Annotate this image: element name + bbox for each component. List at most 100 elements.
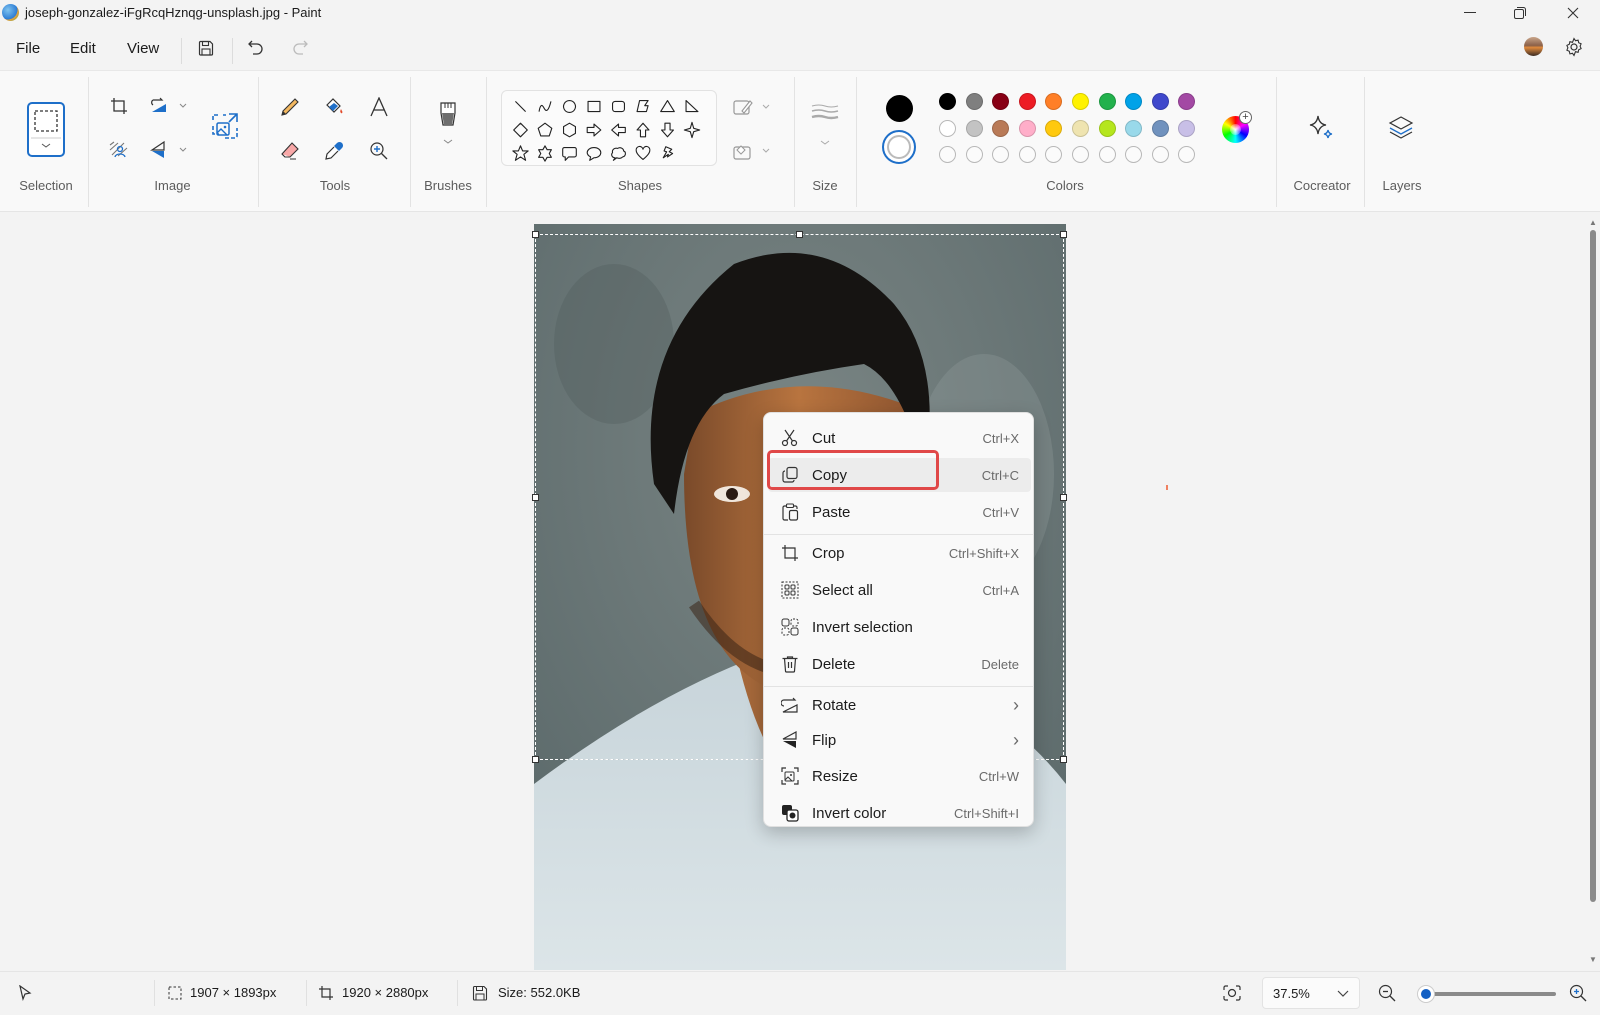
cocreator-button[interactable]	[1306, 113, 1336, 143]
menu-item-delete[interactable]: Delete Delete	[768, 647, 1031, 681]
undo-button[interactable]	[245, 37, 267, 59]
menu-item-invert-color[interactable]: Invert color Ctrl+Shift+I	[768, 796, 1031, 830]
menu-item-select-all[interactable]: Select all Ctrl+A	[768, 573, 1031, 607]
zoom-slider-thumb[interactable]	[1418, 986, 1435, 1002]
color-swatch[interactable]	[1018, 119, 1036, 137]
edit-colors-button[interactable]: +	[1222, 111, 1252, 143]
color-swatch[interactable]	[939, 93, 956, 110]
zoom-slider-track[interactable]	[1420, 992, 1556, 996]
resize-button[interactable]	[210, 111, 240, 141]
save-button[interactable]	[195, 37, 217, 59]
shape-triangle[interactable]	[660, 99, 675, 113]
settings-button[interactable]	[1562, 35, 1586, 59]
selection-handle-top-left[interactable]	[532, 231, 539, 238]
shape-line[interactable]	[515, 101, 526, 112]
menu-item-resize[interactable]: Resize Ctrl+W	[768, 759, 1031, 793]
custom-color-slot[interactable]	[1151, 146, 1169, 163]
custom-color-slot[interactable]	[965, 146, 983, 163]
selection-handle-right[interactable]	[1060, 494, 1067, 501]
zoom-out-button[interactable]	[1377, 983, 1397, 1003]
menu-item-flip[interactable]: Flip ›	[768, 723, 1031, 757]
color-swatch[interactable]	[1151, 93, 1169, 110]
custom-color-slot[interactable]	[1072, 146, 1089, 163]
color-picker-button[interactable]	[322, 139, 346, 163]
text-button[interactable]	[367, 95, 391, 119]
color-swatch[interactable]	[939, 119, 956, 137]
shape-right-arrow[interactable]	[586, 123, 602, 137]
scroll-up-icon[interactable]: ▲	[1589, 218, 1597, 227]
selection-handle-bottom-left[interactable]	[532, 756, 539, 763]
menu-file[interactable]: File	[10, 38, 46, 59]
selection-handle-top-right[interactable]	[1060, 231, 1067, 238]
menu-edit[interactable]: Edit	[64, 38, 102, 59]
magnifier-button[interactable]	[367, 139, 391, 163]
shape-oval-callout[interactable]	[586, 146, 602, 161]
color-swatch[interactable]	[1045, 119, 1063, 137]
color-swatch[interactable]	[1018, 93, 1036, 110]
custom-color-slot[interactable]	[939, 146, 956, 163]
vertical-scrollbar[interactable]: ▲ ▼	[1589, 218, 1597, 970]
shape-rounded-callout[interactable]	[562, 146, 577, 161]
shape-pentagon[interactable]	[537, 122, 553, 137]
shape-hexagon[interactable]	[562, 122, 577, 138]
scroll-down-icon[interactable]: ▼	[1589, 955, 1597, 964]
shape-left-arrow[interactable]	[611, 123, 626, 137]
color-swatch[interactable]	[1098, 93, 1116, 110]
menu-item-invert-selection[interactable]: Invert selection	[768, 610, 1031, 644]
color-swatch[interactable]	[1072, 93, 1089, 110]
shape-curve[interactable]	[538, 101, 552, 112]
menu-view[interactable]: View	[121, 38, 165, 59]
shape-oval[interactable]	[563, 99, 576, 113]
restore-button[interactable]	[1495, 0, 1545, 26]
rotate-button[interactable]	[150, 95, 190, 117]
color-swatch[interactable]	[1178, 119, 1196, 137]
shape-up-arrow[interactable]	[636, 122, 650, 138]
scrollbar-thumb[interactable]	[1590, 230, 1596, 902]
shape-rectangle[interactable]	[587, 100, 601, 113]
zoom-level-dropdown[interactable]: 37.5%	[1262, 977, 1360, 1009]
shape-four-point-star[interactable]	[683, 121, 701, 139]
redo-button[interactable]	[289, 37, 311, 59]
shape-six-point-star[interactable]	[538, 145, 552, 162]
crop-button[interactable]	[108, 95, 130, 117]
shape-heart[interactable]	[635, 145, 651, 161]
primary-color[interactable]	[886, 95, 913, 122]
shape-diamond[interactable]	[513, 122, 528, 138]
color-swatch[interactable]	[1072, 119, 1089, 137]
fill-button[interactable]	[322, 95, 346, 119]
color-swatch[interactable]	[1125, 119, 1143, 137]
secondary-color[interactable]	[882, 130, 916, 164]
shape-five-point-star[interactable]	[512, 145, 529, 161]
shape-polygon[interactable]	[636, 99, 649, 113]
selection-handle-top[interactable]	[796, 231, 803, 238]
custom-color-slot[interactable]	[1098, 146, 1116, 163]
shape-down-arrow[interactable]	[660, 122, 675, 138]
color-swatch[interactable]	[965, 93, 983, 110]
shape-right-triangle[interactable]	[685, 99, 699, 113]
fit-to-window-button[interactable]	[1222, 983, 1242, 1003]
remove-background-button[interactable]	[108, 139, 130, 161]
minimize-button[interactable]	[1445, 0, 1495, 26]
zoom-in-button[interactable]	[1568, 983, 1588, 1003]
menu-item-rotate[interactable]: Rotate ›	[768, 688, 1031, 722]
shape-rounded-rectangle[interactable]	[611, 100, 626, 113]
menu-item-crop[interactable]: Crop Ctrl+Shift+X	[768, 536, 1031, 570]
outline-button[interactable]	[732, 95, 774, 119]
menu-item-paste[interactable]: Paste Ctrl+V	[768, 495, 1031, 529]
fill-shape-button[interactable]	[732, 139, 774, 163]
color-swatch[interactable]	[1098, 119, 1116, 137]
selection-handle-bottom-right[interactable]	[1060, 756, 1067, 763]
layers-button[interactable]	[1386, 113, 1416, 143]
color-swatch[interactable]	[1151, 119, 1169, 137]
color-swatch[interactable]	[992, 119, 1010, 137]
brushes-button[interactable]	[433, 99, 463, 151]
account-avatar[interactable]	[1524, 37, 1543, 56]
selection-handle-left[interactable]	[532, 494, 539, 501]
custom-color-slot[interactable]	[1018, 146, 1036, 163]
color-swatch[interactable]	[965, 119, 983, 137]
selection-tool-button[interactable]	[27, 102, 65, 157]
shape-lightning[interactable]	[662, 146, 674, 159]
pencil-button[interactable]	[278, 95, 302, 119]
size-button[interactable]	[808, 101, 842, 151]
flip-button[interactable]	[150, 139, 190, 161]
